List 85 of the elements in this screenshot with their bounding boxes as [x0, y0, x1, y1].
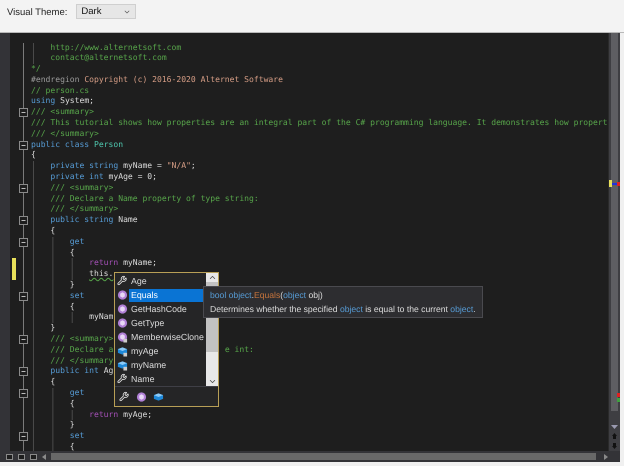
- collapse-icon[interactable]: [19, 388, 28, 398]
- code-text: {: [31, 150, 36, 160]
- code-text: public int: [50, 366, 99, 376]
- collapse-icon[interactable]: [19, 334, 28, 344]
- code-text: myName =: [123, 161, 163, 170]
- code-text: /// Declare a Name property of type string:: [50, 194, 259, 203]
- code-text: }: [50, 323, 56, 332]
- description-text: Determines whether the specified object is equal to the current object.: [210, 304, 476, 314]
- code-text: private int: [50, 172, 104, 182]
- completion-item[interactable]: myName: [129, 358, 206, 372]
- collapse-icon[interactable]: [19, 184, 28, 193]
- code-text: myAge = 0;: [108, 172, 157, 182]
- completion-item[interactable]: myAge: [129, 344, 206, 358]
- code-text: {: [50, 226, 56, 236]
- code-text: public class: [31, 140, 90, 149]
- vertical-scrollbar[interactable]: [608, 33, 620, 451]
- code-text: {: [70, 398, 75, 408]
- code-text: Ag: [104, 366, 114, 376]
- code-text: http://www.alternetsoft.com: [50, 42, 182, 52]
- collapse-icon[interactable]: [19, 367, 28, 376]
- scroll-down-icon[interactable]: [611, 425, 618, 429]
- code-text: #endregion: [31, 74, 80, 84]
- code-text: {: [70, 302, 75, 311]
- collapse-icon[interactable]: [19, 238, 28, 247]
- code-text: }: [70, 280, 75, 290]
- collapse-icon[interactable]: [19, 140, 28, 150]
- code-text: System;: [60, 96, 94, 106]
- collapse-icon[interactable]: [19, 432, 28, 442]
- signature-text: bool object.Equals(object obj): [210, 290, 324, 300]
- code-text: myName;: [123, 258, 157, 268]
- completion-item[interactable]: Name: [129, 372, 206, 386]
- horizontal-scrollbar[interactable]: [51, 453, 596, 460]
- code-text: /// </summary>: [50, 204, 118, 214]
- code-text: /// This tutorial shows how properties are an integral part of the C# programming language. It demonstrates how propert: [31, 118, 608, 128]
- next-marker-icon[interactable]: [612, 443, 617, 449]
- code-text: public string: [50, 215, 114, 224]
- field-filter-icon: [153, 390, 164, 402]
- code-text: /// </summary: [50, 356, 114, 365]
- theme-label: Visual Theme:: [7, 7, 68, 18]
- chevron-down-icon[interactable]: [208, 377, 216, 386]
- code-text: {: [70, 442, 75, 451]
- code-text: set: [70, 431, 84, 440]
- code-text: set: [70, 290, 84, 300]
- method-filter-icon: [136, 390, 147, 402]
- code-text: /// <summary>: [50, 182, 114, 192]
- collapse-icon[interactable]: [19, 108, 28, 118]
- code-text: /// <summary>: [50, 334, 114, 344]
- completion-item[interactable]: Age: [129, 274, 206, 288]
- code-text: Person: [94, 140, 124, 149]
- scroll-left-icon[interactable]: [42, 454, 46, 460]
- chevron-up-icon[interactable]: [208, 273, 216, 282]
- code-text: myNam: [89, 312, 114, 322]
- completion-item[interactable]: MemberwiseClone: [129, 330, 206, 344]
- code-text: using: [31, 96, 56, 106]
- code-text: Copyright (c) 2016-2020 Alternet Software: [84, 74, 283, 84]
- theme-select[interactable]: Dark: [76, 4, 136, 19]
- completion-item[interactable]: GetType: [129, 316, 206, 330]
- code-text: get: [70, 388, 84, 397]
- code-text: contact@alternetsoft.com: [50, 53, 167, 62]
- code-text: return: [89, 258, 118, 268]
- code-text: e int:: [224, 344, 254, 354]
- previous-marker-icon[interactable]: [612, 433, 617, 439]
- wrench-icon: [119, 390, 130, 402]
- completion-item[interactable]: Equals: [129, 288, 206, 302]
- code-text: ;: [190, 161, 196, 170]
- code-text: private string: [50, 161, 118, 170]
- code-text: /// <summary>: [31, 107, 94, 116]
- code-text: // person.cs: [31, 86, 90, 95]
- collapse-icon[interactable]: [19, 292, 28, 301]
- code-text: */: [31, 64, 41, 74]
- code-text: {: [70, 248, 75, 257]
- scroll-right-icon[interactable]: [604, 454, 608, 460]
- code-text: /// Declare a: [50, 344, 114, 354]
- code-text: myAge;: [123, 410, 152, 419]
- code-text: /// </summary>: [31, 128, 99, 138]
- code-text: return: [89, 410, 118, 419]
- code-text: }: [70, 420, 75, 430]
- code-text: Name: [118, 215, 138, 224]
- completion-item[interactable]: GetHashCode: [129, 302, 206, 316]
- collapse-icon[interactable]: [19, 216, 28, 226]
- code-text: get: [70, 236, 84, 246]
- code-editor[interactable]: [0, 33, 620, 462]
- code-text: {: [50, 377, 56, 386]
- code-text: "N/A": [166, 161, 191, 170]
- code-text: this.: [89, 269, 114, 278]
